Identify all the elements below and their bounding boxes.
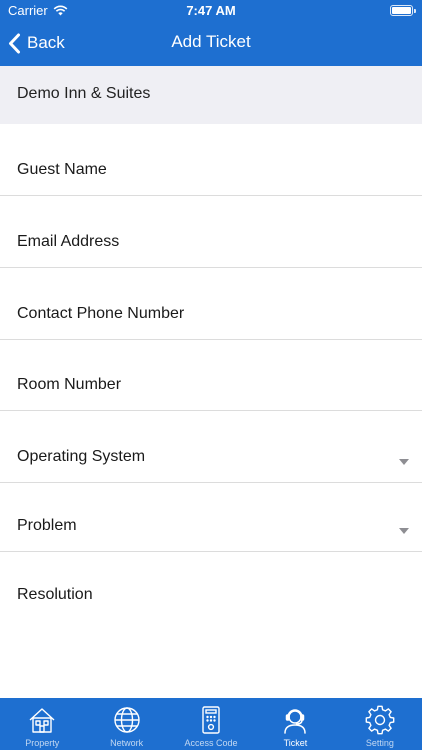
tab-ticket[interactable]: Ticket — [253, 698, 337, 750]
status-bar: Carrier 7:47 AM — [0, 0, 422, 22]
tab-property[interactable]: Property — [0, 698, 84, 750]
tab-setting-label: Setting — [365, 738, 394, 748]
room-number-field[interactable]: Room Number — [0, 339, 422, 411]
email-address-label: Email Address — [17, 233, 120, 250]
resolution-field[interactable]: Resolution — [0, 549, 422, 621]
caret-down-icon — [399, 528, 409, 534]
caret-down-icon — [399, 459, 409, 465]
keypad-icon — [195, 704, 227, 736]
page-title: Add Ticket — [171, 32, 251, 51]
battery-icon — [390, 5, 416, 16]
tab-bar: Property Network Access Code Ticket Sett… — [0, 698, 422, 750]
tab-property-label: Property — [25, 738, 60, 748]
gear-icon — [364, 704, 396, 736]
property-name: Demo Inn & Suites — [17, 85, 151, 102]
problem-label: Problem — [17, 517, 77, 534]
guest-name-field[interactable]: Guest Name — [0, 124, 422, 196]
operating-system-label: Operating System — [17, 448, 146, 465]
tab-setting[interactable]: Setting — [338, 698, 422, 750]
contact-phone-label: Contact Phone Number — [17, 305, 185, 322]
tab-network[interactable]: Network — [84, 698, 168, 750]
globe-icon — [111, 704, 143, 736]
property-header: Demo Inn & Suites — [0, 66, 422, 124]
tab-access-code[interactable]: Access Code — [169, 698, 253, 750]
headset-agent-icon — [279, 704, 311, 736]
email-address-field[interactable]: Email Address — [0, 196, 422, 268]
operating-system-dropdown[interactable]: Operating System — [0, 411, 422, 483]
nav-bar: Back Add Ticket — [0, 22, 422, 66]
tab-ticket-label: Ticket — [283, 738, 308, 748]
resolution-label: Resolution — [17, 586, 93, 603]
problem-dropdown[interactable]: Problem — [0, 480, 422, 552]
tab-access-code-label: Access Code — [184, 738, 238, 748]
contact-phone-field[interactable]: Contact Phone Number — [0, 268, 422, 340]
tab-network-label: Network — [110, 738, 144, 748]
guest-name-label: Guest Name — [17, 161, 107, 178]
house-icon — [26, 704, 58, 736]
status-time: 7:47 AM — [186, 3, 236, 18]
app-header: Carrier 7:47 AM Back Add Ticket — [0, 0, 422, 66]
room-number-label: Room Number — [17, 376, 122, 393]
